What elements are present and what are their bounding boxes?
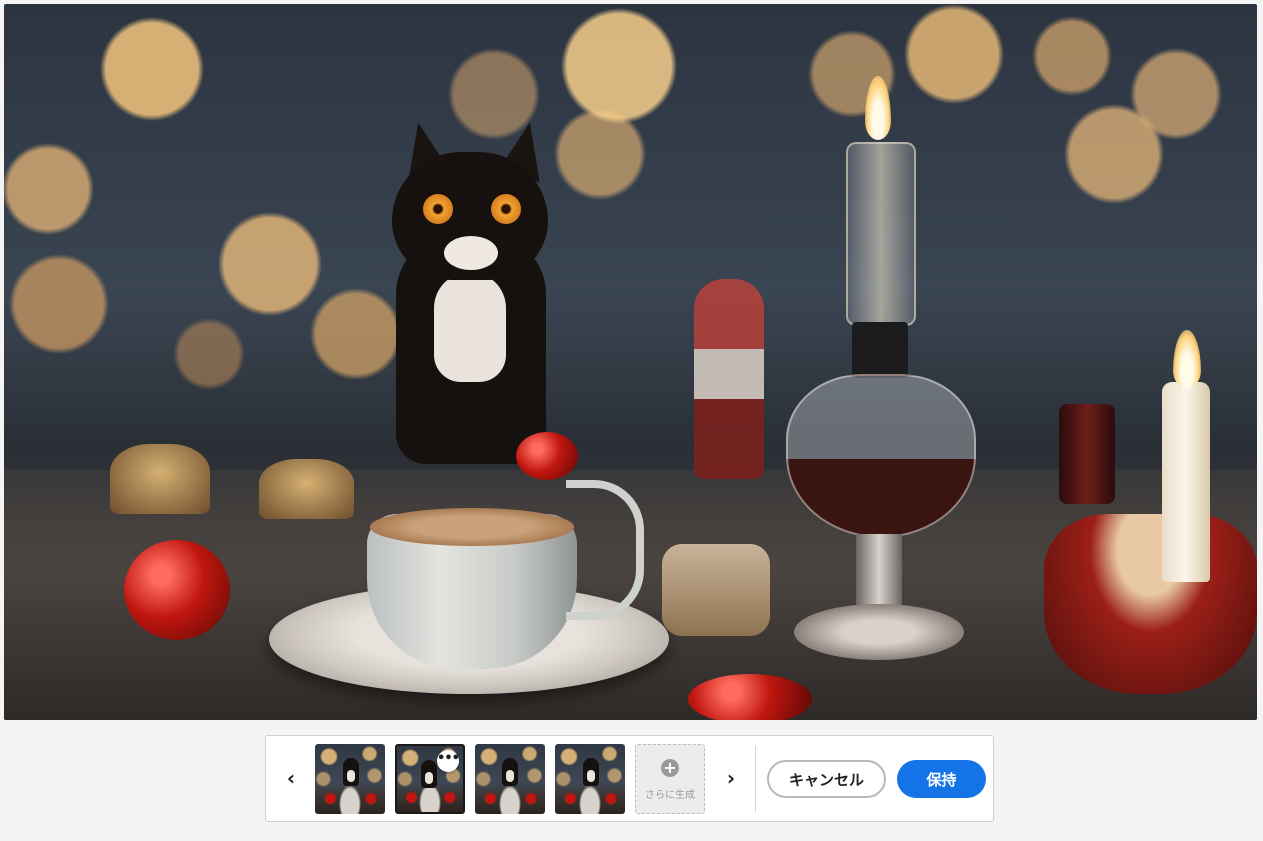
image-coffee-cup-handle — [566, 480, 644, 620]
image-cat-eye-left — [423, 194, 453, 224]
thumbnail-cat — [421, 760, 437, 788]
image-lamp-flame — [865, 76, 891, 140]
image-candle-holder — [1044, 514, 1257, 694]
cancel-button[interactable]: キャンセル — [767, 760, 886, 798]
generate-more-button[interactable]: + さらに生成 — [635, 744, 705, 814]
keep-button[interactable]: 保持 — [897, 760, 986, 798]
image-cat-eye-right — [491, 194, 521, 224]
variation-thumbnail-selected[interactable]: ••• — [395, 744, 465, 814]
thumbnail-cat — [583, 758, 599, 786]
variation-thumbnail[interactable] — [315, 744, 385, 814]
main-image-preview — [4, 4, 1257, 720]
image-figurine — [694, 279, 764, 479]
image-dark-bottle — [1059, 404, 1115, 504]
image-candle — [1162, 382, 1210, 582]
variations-toolbar: ‹ ••• + さらに生成 › キャンセル 保持 — [265, 735, 994, 822]
image-lamp-base — [794, 604, 964, 660]
image-lamp-collar — [852, 322, 908, 378]
image-jar — [662, 544, 770, 636]
thumbnail-cat — [502, 758, 518, 786]
image-cat-muzzle — [444, 236, 498, 270]
image-red-ornament-bottom — [688, 674, 812, 720]
more-options-icon[interactable]: ••• — [437, 750, 460, 772]
plus-circle-icon: + — [661, 759, 679, 777]
variation-thumbnail[interactable] — [555, 744, 625, 814]
image-lamp-glass — [846, 142, 916, 326]
image-lamp-bowl — [786, 374, 976, 538]
image-red-ornament-left — [124, 540, 230, 640]
variation-thumbnail[interactable] — [475, 744, 545, 814]
image-glass-left — [110, 444, 210, 514]
image-lamp-stem — [856, 534, 902, 614]
thumbnail-cat — [343, 758, 359, 786]
app-stage: ‹ ••• + さらに生成 › キャンセル 保持 — [0, 0, 1263, 841]
next-variation-button[interactable]: › — [719, 766, 743, 790]
generate-more-label: さらに生成 — [645, 790, 695, 801]
image-red-ornament-center — [516, 432, 578, 480]
image-cat-chest — [434, 272, 506, 382]
toolbar-divider — [755, 746, 756, 812]
previous-variation-button[interactable]: ‹ — [279, 766, 303, 790]
image-candle-flame — [1173, 330, 1201, 388]
image-glass-center — [259, 459, 354, 519]
image-coffee-cup-rim — [370, 508, 574, 546]
